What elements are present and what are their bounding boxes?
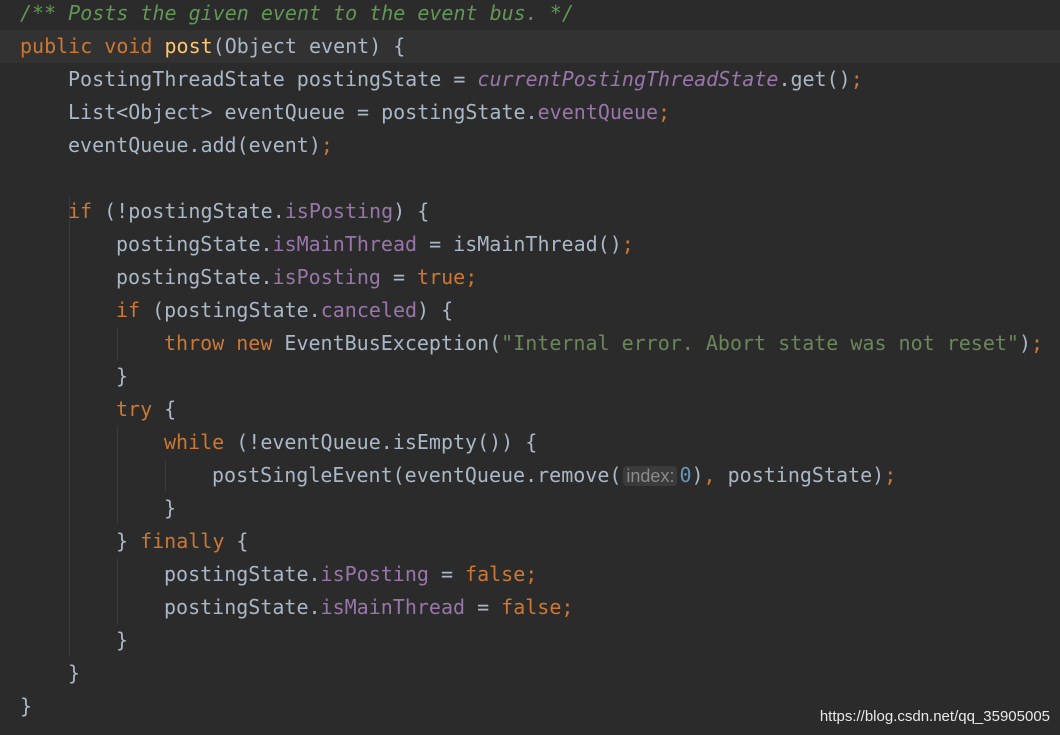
code-token: 0: [679, 463, 692, 487]
code-token: if: [68, 199, 105, 223]
code-token: =: [380, 265, 418, 289]
code-token: (!postingState.: [104, 199, 285, 223]
watermark-url: https://blog.csdn.net/qq_35905005: [819, 708, 1050, 725]
code-token: (Object event) {: [212, 34, 406, 58]
code-line[interactable]: throw new EventBusException("Internal er…: [20, 327, 1043, 360]
code-token: ) {: [417, 298, 454, 322]
code-token: canceled: [320, 298, 418, 322]
code-token: isPosting: [284, 199, 394, 223]
code-token: false: [501, 595, 562, 619]
code-token: }: [20, 694, 33, 718]
code-token: ,: [703, 463, 728, 487]
code-token: ;: [1030, 331, 1044, 355]
code-token: .get(): [778, 67, 851, 91]
code-token: postingState.: [116, 232, 273, 256]
code-token: (!eventQueue.isEmpty()) {: [236, 430, 538, 454]
code-token: {: [236, 529, 249, 553]
code-token: if: [116, 298, 153, 322]
code-line[interactable]: while (!eventQueue.isEmpty()) {: [20, 426, 537, 459]
code-token: ;: [320, 133, 333, 157]
code-token: ) {: [393, 199, 430, 223]
code-line[interactable]: eventQueue.add(event);: [20, 129, 333, 162]
code-token: post: [164, 34, 213, 58]
code-token: }: [68, 661, 81, 685]
code-token: (postingState.: [152, 298, 321, 322]
code-token: postingState.: [164, 595, 321, 619]
code-token: ;: [561, 595, 574, 619]
code-token: isPosting: [272, 265, 381, 289]
code-token: isMainThread: [320, 595, 466, 619]
code-token: ;: [850, 67, 863, 91]
code-token: PostingThreadState postingState =: [68, 67, 478, 91]
code-line[interactable]: List<Object> eventQueue = postingState.e…: [20, 96, 670, 129]
code-line[interactable]: postingState.isMainThread = isMainThread…: [20, 228, 634, 261]
code-token: postSingleEvent(eventQueue.remove(: [212, 463, 622, 487]
code-token: ;: [658, 100, 671, 124]
code-token: false: [465, 562, 526, 586]
code-token: eventQueue: [537, 100, 659, 124]
code-line[interactable]: } finally {: [20, 525, 248, 558]
code-line[interactable]: }: [20, 492, 176, 525]
code-token: {: [164, 397, 177, 421]
code-token: postingState.: [164, 562, 321, 586]
code-token: EventBusException(: [284, 331, 502, 355]
code-token: ;: [884, 463, 897, 487]
code-line[interactable]: if (postingState.canceled) {: [20, 294, 453, 327]
code-token: =: [465, 595, 502, 619]
code-token: isPosting: [320, 562, 429, 586]
code-token: List<Object> eventQueue = postingState.: [68, 100, 538, 124]
code-token: }: [116, 529, 141, 553]
code-line[interactable]: try {: [20, 393, 176, 426]
code-token: =: [428, 562, 466, 586]
code-token: }: [164, 496, 177, 520]
code-token: }: [116, 628, 129, 652]
code-token: public void: [20, 34, 165, 58]
code-line[interactable]: postingState.isPosting = false;: [20, 558, 537, 591]
code-line[interactable]: }: [20, 360, 128, 393]
code-token: postingState): [727, 463, 885, 487]
code-token: postingState.: [116, 265, 273, 289]
code-token: ;: [621, 232, 634, 256]
parameter-hint: index:: [623, 466, 678, 486]
code-line[interactable]: }: [20, 690, 32, 723]
code-token: /** Posts the given event to the event b…: [20, 1, 574, 25]
code-line[interactable]: postingState.isMainThread = false;: [20, 591, 573, 624]
code-token: "Internal error. Abort state was not res…: [501, 331, 1019, 355]
code-token: ): [1018, 331, 1031, 355]
code-token: }: [116, 364, 129, 388]
code-line[interactable]: if (!postingState.isPosting) {: [20, 195, 429, 228]
code-token: = isMainThread(): [417, 232, 622, 256]
code-token: while: [164, 430, 237, 454]
code-token: isMainThread: [272, 232, 418, 256]
code-editor[interactable]: /** Posts the given event to the event b…: [0, 0, 1060, 735]
code-token: ): [691, 463, 704, 487]
code-token: ;: [525, 562, 538, 586]
code-token: finally: [140, 529, 237, 553]
code-token: throw new: [164, 331, 285, 355]
code-token: ;: [465, 265, 478, 289]
code-line[interactable]: PostingThreadState postingState = curren…: [20, 63, 863, 96]
code-token: eventQueue.add(event): [68, 133, 321, 157]
code-token: try: [116, 397, 165, 421]
code-token: true: [417, 265, 466, 289]
code-line[interactable]: postSingleEvent(eventQueue.remove(index:…: [20, 459, 896, 492]
code-line[interactable]: }: [20, 624, 128, 657]
code-line[interactable]: postingState.isPosting = true;: [20, 261, 477, 294]
code-line-current[interactable]: public void post(Object event) {: [0, 30, 1060, 63]
code-token: currentPostingThreadState: [477, 67, 779, 91]
code-line[interactable]: /** Posts the given event to the event b…: [20, 0, 574, 30]
code-line[interactable]: }: [20, 657, 80, 690]
